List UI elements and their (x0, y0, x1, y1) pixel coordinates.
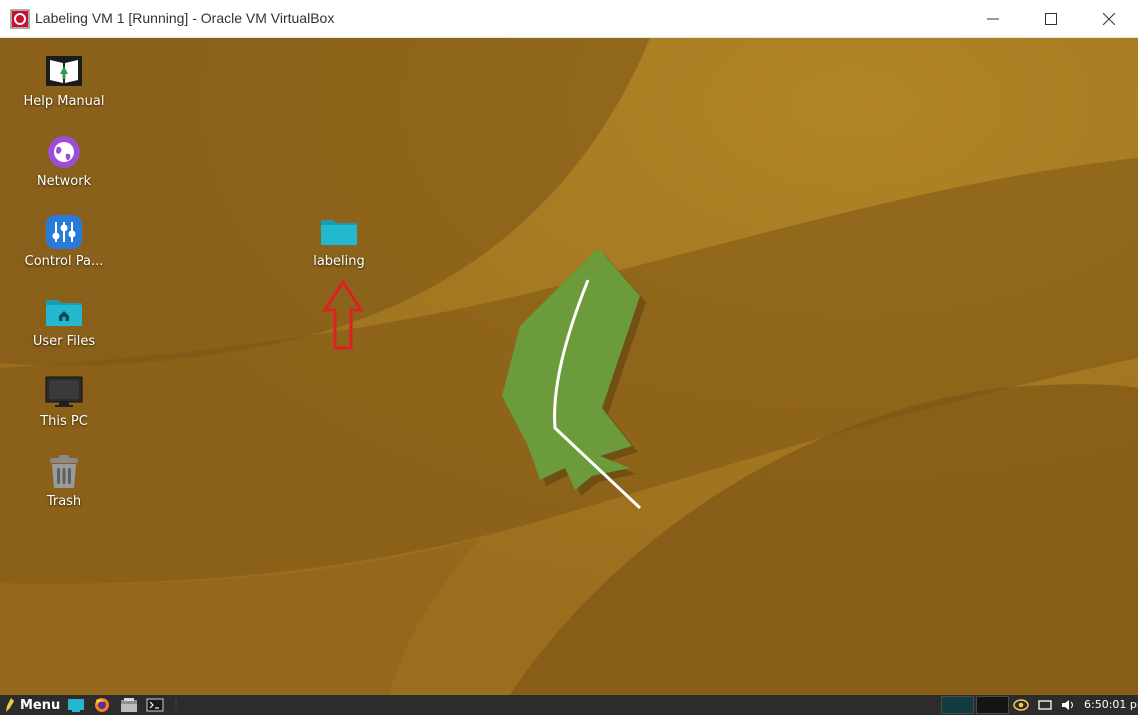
window-title: Labeling VM 1 [Running] - Oracle VM Virt… (35, 10, 335, 26)
close-button[interactable] (1080, 0, 1138, 37)
virtualbox-icon (10, 9, 30, 29)
desktop-icon-help-manual[interactable]: Help Manual (9, 54, 119, 109)
desktop-icon-label: User Files (32, 334, 96, 349)
show-desktop-icon[interactable] (67, 697, 85, 713)
maximize-icon (1045, 12, 1057, 25)
terminal-icon[interactable] (146, 697, 164, 713)
clock[interactable]: 6:50:01 pm (1084, 698, 1138, 711)
eye-icon[interactable] (1013, 697, 1029, 713)
maximize-button[interactable] (1022, 0, 1080, 37)
feather-menu-icon (6, 698, 14, 712)
taskbar: Menu ⋮ 6:50:01 pm (0, 695, 1138, 715)
window-titlebar[interactable]: Labeling VM 1 [Running] - Oracle VM Virt… (0, 0, 1138, 38)
menu-label: Menu (20, 697, 61, 713)
minimize-icon (987, 18, 999, 19)
desktop-icon-user-files[interactable]: User Files (9, 294, 119, 349)
desktop-icon-labeling-folder[interactable]: labeling (284, 214, 394, 269)
desktop-icon-trash[interactable]: Trash (9, 454, 119, 509)
volume-icon[interactable] (1060, 697, 1076, 713)
desktop-icon-network[interactable]: Network (9, 134, 119, 189)
desktop-icon-label: Control Pa... (24, 254, 104, 269)
desktop-icon-control-panel[interactable]: Control Pa... (9, 214, 119, 269)
home-folder-icon (46, 300, 82, 326)
red-up-arrow-annotation (322, 279, 364, 350)
file-manager-icon[interactable] (120, 697, 138, 713)
minimize-button[interactable] (964, 0, 1022, 37)
firefox-icon[interactable] (93, 697, 111, 713)
taskbar-separator: ⋮ (171, 698, 181, 709)
desktop[interactable]: Help Manual Network Control Pa... User F… (0, 38, 1138, 695)
desktop-icon-label: Help Manual (23, 94, 105, 109)
menu-button[interactable]: Menu (4, 695, 60, 715)
display-icon[interactable] (1037, 697, 1053, 713)
control-panel-icon (46, 215, 82, 249)
desktop-icon-this-pc[interactable]: This PC (9, 374, 119, 429)
desktop-icon-label: This PC (40, 414, 88, 429)
desktop-icon-label: Network (36, 174, 92, 189)
workspace-2[interactable] (976, 696, 1009, 714)
help-manual-icon (46, 56, 82, 86)
trash-icon (50, 455, 78, 488)
desktop-icon-label: labeling (313, 254, 365, 269)
close-icon (1103, 12, 1115, 25)
desktop-icon-label: Trash (46, 494, 82, 509)
monitor-icon (45, 376, 83, 407)
workspace-1[interactable] (941, 696, 974, 714)
wallpaper (0, 38, 1138, 695)
folder-icon (321, 220, 357, 245)
network-globe-icon (48, 136, 80, 168)
